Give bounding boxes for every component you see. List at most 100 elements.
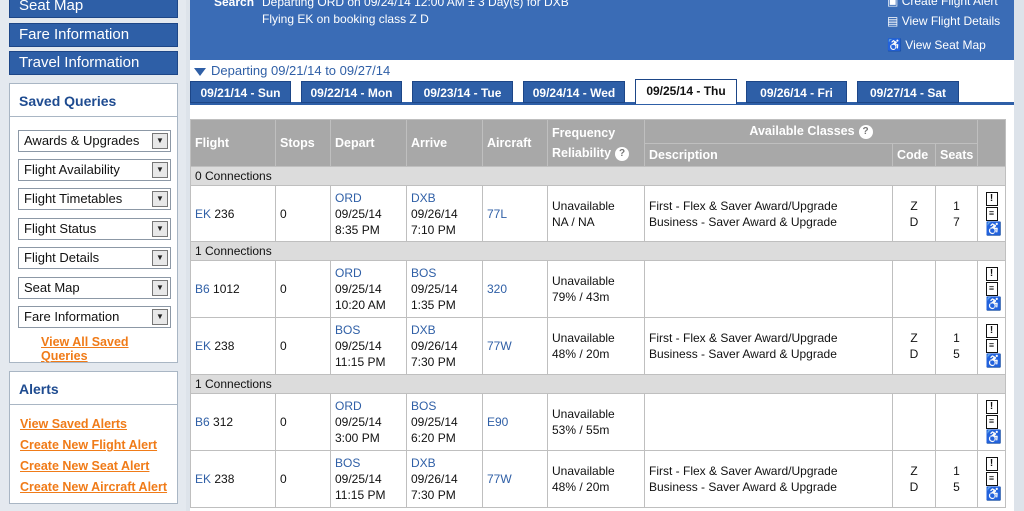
select-awards-upgrades[interactable]: Awards & Upgrades ▼: [18, 130, 171, 152]
frequency-value: Unavailable: [552, 198, 615, 213]
aircraft-link[interactable]: E90: [482, 393, 548, 451]
select-seat-map[interactable]: Seat Map ▼: [18, 277, 171, 299]
nav-fare-information[interactable]: Fare Information: [9, 23, 178, 47]
view-seat-map-action[interactable]: ♿ View Seat Map: [887, 38, 986, 52]
select-label: Seat Map: [24, 280, 80, 295]
seat-icon[interactable]: ♿: [985, 297, 1002, 311]
seat-count: 7: [953, 214, 960, 229]
view-all-saved-queries-link[interactable]: View All Saved Queries: [41, 335, 177, 363]
alert-icon[interactable]: !: [985, 457, 998, 471]
depart-airport-link[interactable]: ORD: [335, 399, 362, 413]
aircraft-link[interactable]: 77W: [482, 450, 548, 508]
select-fare-information[interactable]: Fare Information ▼: [18, 306, 171, 328]
frequency-cell: Unavailable 48% / 20m: [547, 450, 645, 508]
tab-mon[interactable]: 09/22/14 - Mon: [301, 81, 402, 103]
arrive-airport-link[interactable]: DXB: [411, 323, 436, 337]
document-icon[interactable]: ≡: [985, 415, 998, 429]
arrive-airport-link[interactable]: DXB: [411, 191, 436, 205]
depart-airport-link[interactable]: ORD: [335, 266, 362, 280]
create-flight-alert-action[interactable]: ▣ Create Flight Alert: [887, 0, 998, 8]
select-label: Flight Availability: [24, 162, 120, 177]
arrive-airport-link[interactable]: BOS: [411, 399, 436, 413]
seat-icon[interactable]: ♿: [985, 221, 1002, 236]
arrive-airport-link[interactable]: BOS: [411, 266, 436, 280]
frequency-value: Unavailable: [552, 407, 615, 421]
tab-sat[interactable]: 09/27/14 - Sat: [857, 81, 959, 103]
seat-icon[interactable]: ♿: [985, 430, 1002, 444]
row-actions: ! ≡ ♿: [977, 317, 1007, 375]
seat-icon[interactable]: ♿: [985, 354, 1002, 368]
arrive-cell: BOS 09/25/14 6:20 PM: [406, 393, 483, 451]
collapse-triangle-icon: [194, 67, 206, 76]
airline-link[interactable]: EK: [195, 472, 211, 486]
document-icon[interactable]: ≡: [985, 339, 998, 353]
view-saved-alerts-link[interactable]: View Saved Alerts: [20, 417, 127, 431]
select-flight-details[interactable]: Flight Details ▼: [18, 247, 171, 269]
airline-link[interactable]: B6: [195, 282, 210, 296]
depart-time: 3:00 PM: [335, 431, 380, 445]
class-description: Business - Saver Award & Upgrade: [649, 480, 837, 494]
date-range-heading[interactable]: Departing 09/21/14 to 09/27/14: [194, 63, 390, 78]
arrive-cell: DXB 09/26/14 7:30 PM: [406, 450, 483, 508]
depart-airport-link[interactable]: BOS: [335, 323, 360, 337]
aircraft-link[interactable]: 77L: [482, 185, 548, 242]
document-icon[interactable]: ≡: [985, 472, 998, 486]
tab-tue[interactable]: 09/23/14 - Tue: [412, 81, 513, 103]
reliability-value: 48% / 20m: [552, 480, 610, 494]
row-actions: ! ≡ ♿: [977, 185, 1007, 242]
aircraft-link[interactable]: 77W: [482, 317, 548, 375]
select-flight-availability[interactable]: Flight Availability ▼: [18, 159, 171, 181]
help-icon[interactable]: ?: [858, 124, 873, 139]
alerts-title: Alerts: [19, 381, 59, 397]
flight-cell[interactable]: EK 238: [190, 450, 276, 508]
dropdown-arrow-icon: ▼: [152, 280, 168, 296]
alert-icon[interactable]: !: [985, 324, 998, 338]
tab-wed[interactable]: 09/24/14 - Wed: [523, 81, 625, 103]
class-description: First - Flex & Saver Award/Upgrade: [649, 464, 838, 478]
depart-airport-link[interactable]: BOS: [335, 456, 360, 470]
sidebar: Seat Map Fare Information Travel Informa…: [0, 0, 186, 511]
create-flight-alert-link[interactable]: Create New Flight Alert: [20, 438, 157, 452]
select-flight-timetables[interactable]: Flight Timetables ▼: [18, 188, 171, 210]
aircraft-link[interactable]: 320: [482, 260, 548, 318]
nav-seat-map[interactable]: Seat Map: [9, 0, 178, 18]
select-label: Awards & Upgrades: [24, 133, 140, 148]
depart-airport-link[interactable]: ORD: [335, 191, 362, 205]
connection-label: 1 Connections: [189, 241, 1007, 261]
arrive-airport-link[interactable]: DXB: [411, 456, 436, 470]
flight-cell[interactable]: B6 312: [190, 393, 276, 451]
flight-cell[interactable]: B6 1012: [190, 260, 276, 318]
view-flight-details-action[interactable]: ▤ View Flight Details: [887, 14, 1000, 28]
airline-link[interactable]: EK: [195, 207, 211, 221]
document-icon[interactable]: ≡: [985, 206, 998, 221]
select-label: Fare Information: [24, 309, 120, 324]
airline-link[interactable]: B6: [195, 415, 210, 429]
depart-date: 09/25/14: [335, 472, 382, 486]
description-cell: First - Flex & Saver Award/Upgrade Busine…: [644, 450, 893, 508]
alert-icon[interactable]: !: [985, 191, 998, 206]
available-classes-label: Available Classes: [749, 124, 855, 139]
class-description: First - Flex & Saver Award/Upgrade: [649, 198, 838, 213]
create-seat-alert-link[interactable]: Create New Seat Alert: [20, 459, 149, 473]
airline-link[interactable]: EK: [195, 339, 211, 353]
flight-number: 238: [214, 472, 235, 486]
nav-travel-information[interactable]: Travel Information: [9, 51, 178, 75]
flight-cell[interactable]: EK 236: [190, 185, 276, 242]
connection-group-row: 1 Connections: [189, 374, 1007, 394]
document-icon[interactable]: ≡: [985, 282, 998, 296]
help-icon[interactable]: ?: [615, 146, 630, 161]
select-flight-status[interactable]: Flight Status ▼: [18, 218, 171, 240]
tab-fri[interactable]: 09/26/14 - Fri: [746, 81, 847, 103]
create-aircraft-alert-link[interactable]: Create New Aircraft Alert: [20, 480, 167, 494]
alert-icon[interactable]: !: [985, 400, 998, 414]
alert-icon[interactable]: !: [985, 267, 998, 281]
tab-sun[interactable]: 09/21/14 - Sun: [190, 81, 291, 103]
reliability-value: NA / NA: [552, 214, 595, 229]
class-code: D: [909, 347, 919, 361]
seat-icon[interactable]: ♿: [985, 487, 1002, 501]
flight-cell[interactable]: EK 238: [190, 317, 276, 375]
code-cell: ZD: [892, 317, 936, 375]
frequency-label: Frequency: [552, 126, 616, 140]
description-cell: [644, 393, 893, 451]
tab-thu[interactable]: 09/25/14 - Thu: [635, 79, 737, 104]
